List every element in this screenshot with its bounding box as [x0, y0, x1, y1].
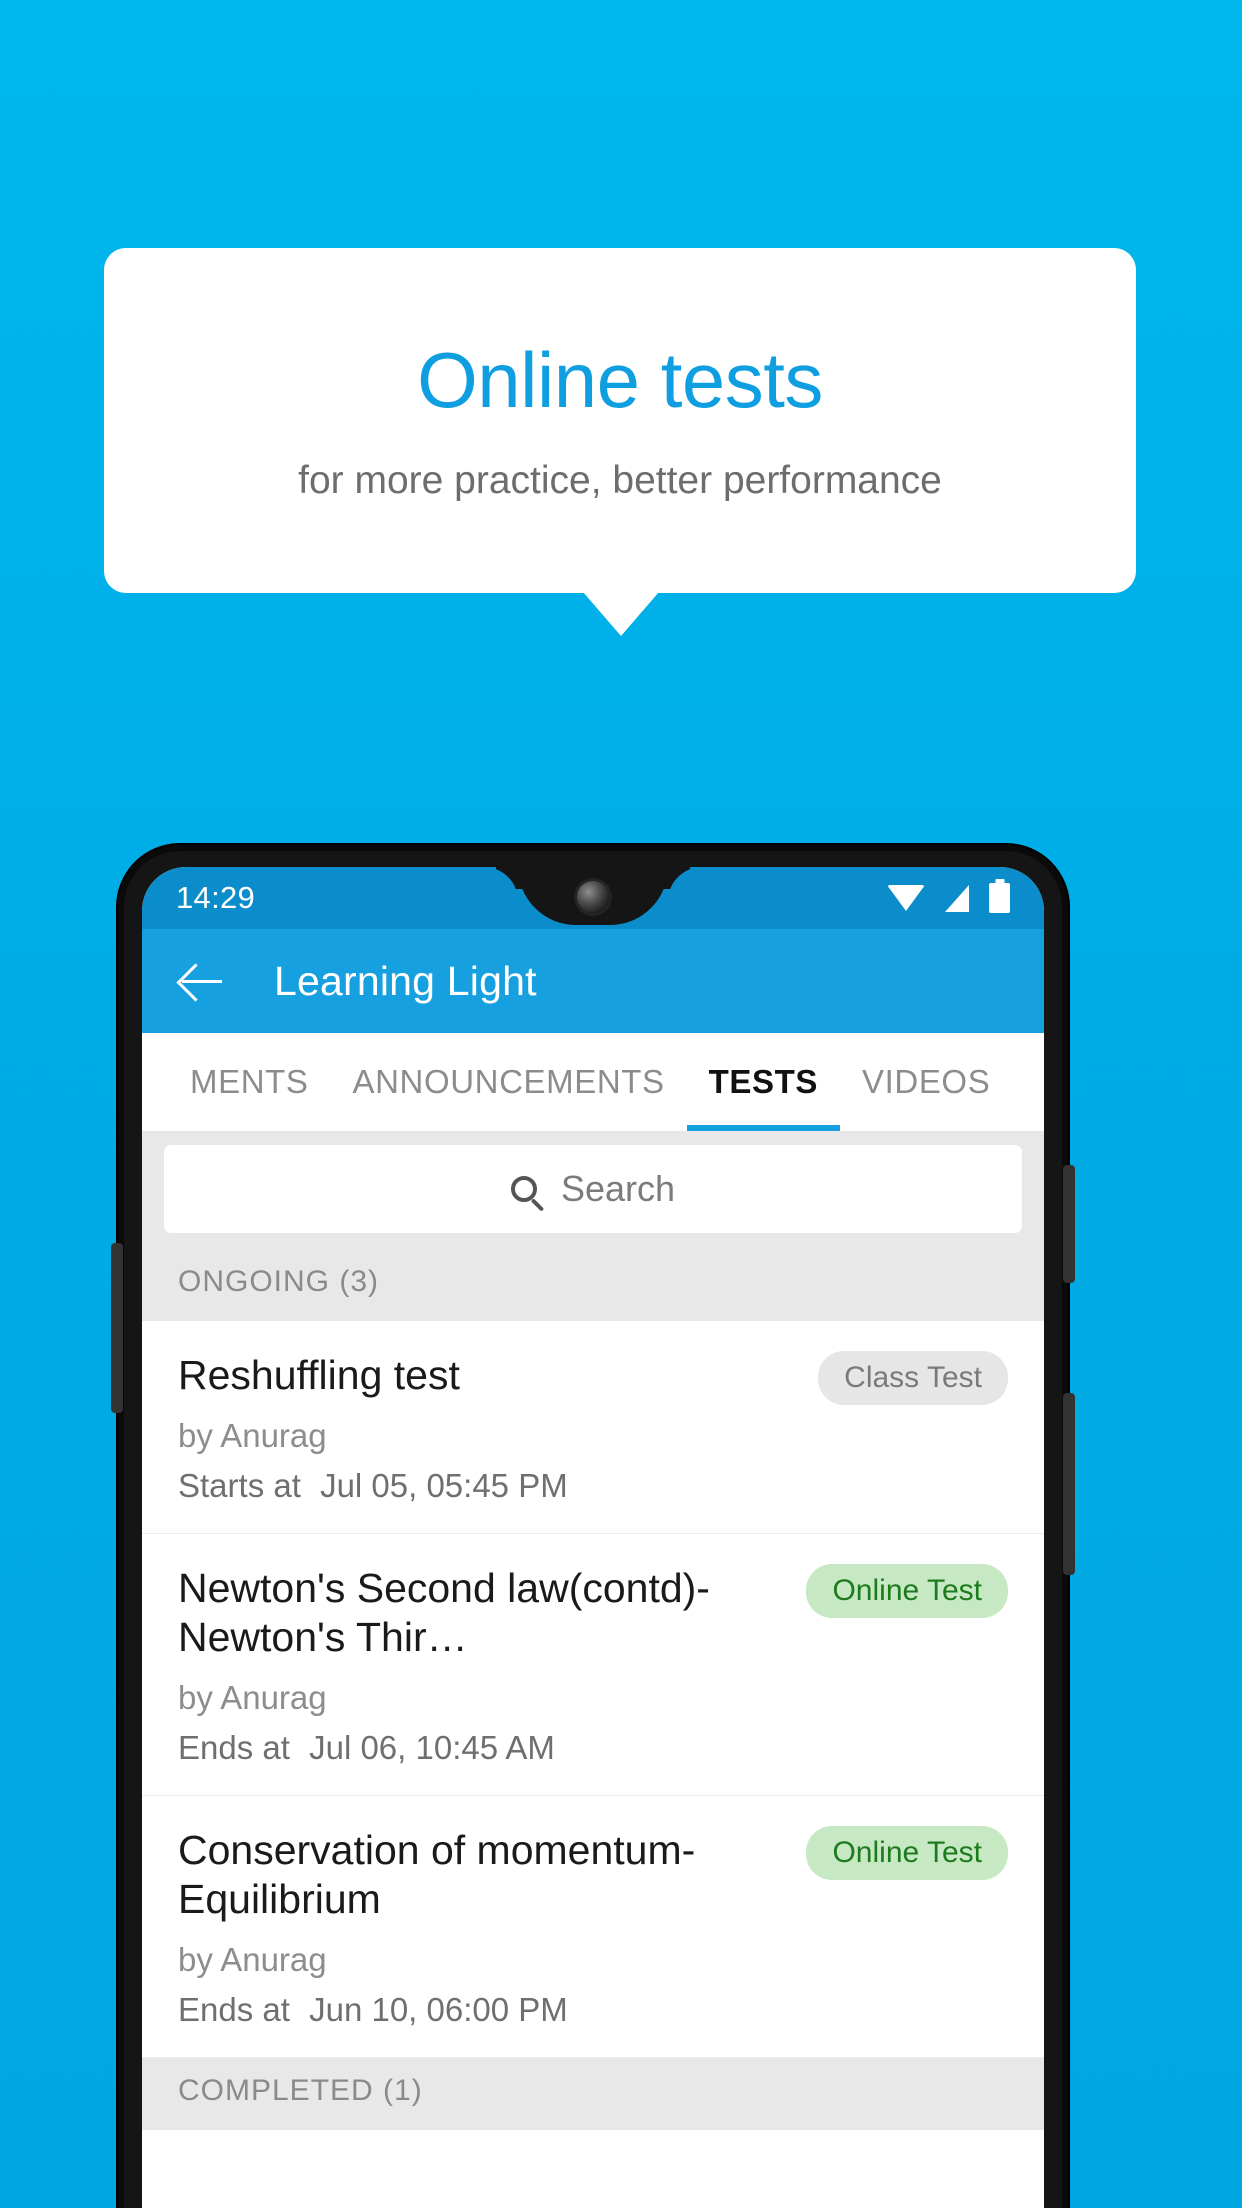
list-item-content: Newton's Second law(contd)-Newton's Thir… — [178, 1564, 790, 1767]
tab-assignments[interactable]: MENTS — [168, 1033, 331, 1131]
section-header-completed: COMPLETED (1) — [142, 2057, 1044, 2130]
tab-tests[interactable]: TESTS — [686, 1033, 841, 1131]
battery-icon — [989, 883, 1010, 913]
test-time-value: Jul 06, 10:45 AM — [309, 1729, 555, 1767]
table-row[interactable]: Reshuffling test by Anurag Starts at Jul… — [142, 1321, 1044, 1535]
status-badge: Class Test — [818, 1351, 1008, 1405]
app-bar-title: Learning Light — [274, 957, 537, 1004]
tab-videos[interactable]: VIDEOS — [840, 1033, 1012, 1131]
phone-screen: 14:29 Learning Light MENTS ANNOUNCEMENTS… — [142, 867, 1044, 2208]
status-badge: Online Test — [806, 1564, 1008, 1619]
search-placeholder: Search — [560, 1168, 676, 1209]
signal-icon — [945, 884, 969, 912]
phone-mockup: 14:29 Learning Light MENTS ANNOUNCEMENTS… — [111, 845, 1075, 2208]
table-row[interactable]: Newton's Second law(contd)-Newton's Thir… — [142, 1534, 1044, 1797]
test-list: Reshuffling test by Anurag Starts at Jul… — [142, 1321, 1044, 2058]
promo-subtitle: for more practice, better performance — [298, 459, 942, 502]
test-time: Ends at Jul 06, 10:45 AM — [178, 1729, 790, 1767]
test-time-value: Jun 10, 06:00 PM — [309, 1990, 568, 2028]
promo-title: Online tests — [417, 336, 823, 424]
status-bar: 14:29 — [142, 867, 1044, 929]
app-bar: Learning Light — [142, 929, 1044, 1033]
test-time: Ends at Jun 10, 06:00 PM — [178, 1991, 790, 2029]
test-time-label: Starts at — [178, 1467, 301, 1505]
phone-notch — [518, 867, 668, 925]
list-item-content: Conservation of momentum-Equilibrium by … — [178, 1826, 790, 2029]
section-header-ongoing: ONGOING (3) — [142, 1249, 1044, 1321]
wifi-icon — [887, 885, 925, 911]
list-item-content: Reshuffling test by Anurag Starts at Jul… — [178, 1351, 802, 1505]
status-icon-group — [887, 883, 1010, 913]
test-author: by Anurag — [178, 1679, 327, 1717]
test-author: by Anurag — [178, 1417, 327, 1455]
test-title: Reshuffling test — [178, 1352, 460, 1398]
test-time: Starts at Jul 05, 05:45 PM — [178, 1467, 802, 1505]
table-row[interactable]: Conservation of momentum-Equilibrium by … — [142, 1796, 1044, 2058]
test-time-label: Ends at — [178, 1990, 290, 2028]
front-camera-icon — [577, 881, 609, 913]
tab-bar: MENTS ANNOUNCEMENTS TESTS VIDEOS — [142, 1033, 1044, 1131]
test-author: by Anurag — [178, 1940, 327, 1978]
search-input[interactable]: Search — [164, 1145, 1022, 1233]
status-badge: Online Test — [806, 1826, 1008, 1881]
test-title: Newton's Second law(contd)-Newton's Thir… — [178, 1565, 710, 1660]
test-time-label: Ends at — [178, 1729, 290, 1767]
search-container: Search — [142, 1131, 1044, 1249]
test-title: Conservation of momentum-Equilibrium — [178, 1827, 696, 1922]
promo-card: Online tests for more practice, better p… — [104, 248, 1136, 593]
phone-power-button[interactable] — [1063, 1165, 1075, 1283]
test-time-value: Jul 05, 05:45 PM — [320, 1467, 568, 1505]
promo-card-tail — [583, 592, 659, 636]
search-icon — [510, 1176, 537, 1202]
back-arrow-icon[interactable] — [174, 953, 230, 1009]
status-clock: 14:29 — [176, 880, 256, 915]
phone-volume-button[interactable] — [1063, 1393, 1075, 1575]
tab-announcements[interactable]: ANNOUNCEMENTS — [331, 1033, 687, 1131]
phone-left-button[interactable] — [111, 1243, 123, 1413]
